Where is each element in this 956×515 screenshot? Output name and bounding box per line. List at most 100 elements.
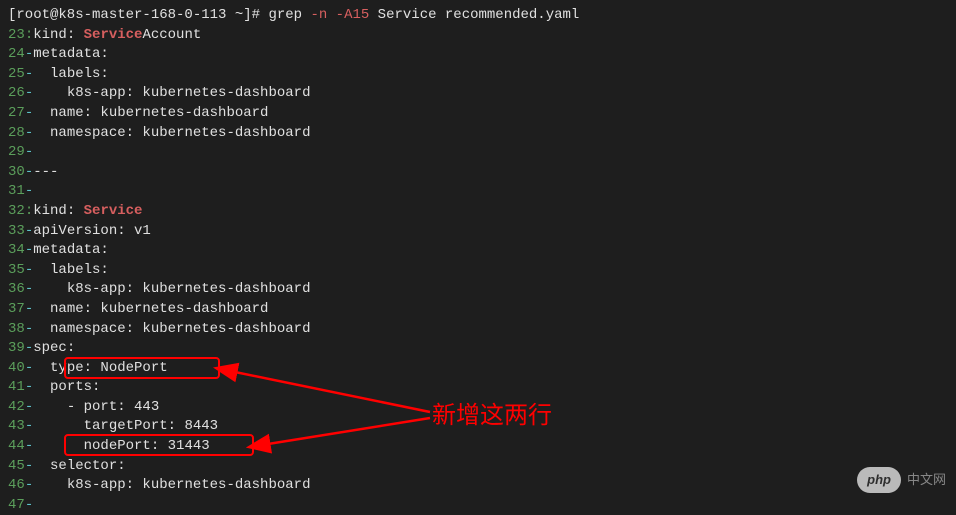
output-line: 27- name: kubernetes-dashboard <box>8 104 948 124</box>
line-number: 44 <box>8 437 25 457</box>
output-line: 44- nodePort: 31443 <box>8 437 948 457</box>
output-line: 34-metadata: <box>8 241 948 261</box>
output-text: k8s-app: kubernetes-dashboard <box>33 280 310 300</box>
line-number: 39 <box>8 339 25 359</box>
output-line: 33-apiVersion: v1 <box>8 222 948 242</box>
output-line: 29- <box>8 143 948 163</box>
line-separator: - <box>25 222 33 242</box>
output-text: kind: <box>33 202 83 222</box>
output-text: Account <box>142 26 201 46</box>
output-text: targetPort: 8443 <box>33 417 218 437</box>
line-number: 30 <box>8 163 25 183</box>
line-number: 42 <box>8 398 25 418</box>
output-text: metadata: <box>33 45 109 65</box>
shell-prompt: [root@k8s-master-168-0-113 ~]# <box>8 6 268 26</box>
output-text: name: kubernetes-dashboard <box>33 300 268 320</box>
line-number: 45 <box>8 457 25 477</box>
line-separator: - <box>25 84 33 104</box>
watermark-logo: php <box>857 467 901 493</box>
line-separator: - <box>25 300 33 320</box>
output-line: 26- k8s-app: kubernetes-dashboard <box>8 84 948 104</box>
line-separator: - <box>25 437 33 457</box>
output-line: 24-metadata: <box>8 45 948 65</box>
output-line: 47- <box>8 496 948 515</box>
output-text: Service <box>84 26 143 46</box>
cmd-grep: grep <box>268 6 310 26</box>
cmd-flags: -n -A15 <box>310 6 369 26</box>
output-text: namespace: kubernetes-dashboard <box>33 124 310 144</box>
output-text: labels: <box>33 65 109 85</box>
output-line: 39-spec: <box>8 339 948 359</box>
output-text: spec: <box>33 339 75 359</box>
line-number: 27 <box>8 104 25 124</box>
output-text: kind: <box>33 26 83 46</box>
output-text: k8s-app: kubernetes-dashboard <box>33 476 310 496</box>
output-text: name: kubernetes-dashboard <box>33 104 268 124</box>
output-line: 37- name: kubernetes-dashboard <box>8 300 948 320</box>
line-separator: - <box>25 457 33 477</box>
line-separator: : <box>25 202 33 222</box>
line-separator: - <box>25 104 33 124</box>
annotation-text: 新增这两行 <box>432 400 552 434</box>
output-line: 38- namespace: kubernetes-dashboard <box>8 320 948 340</box>
line-separator: - <box>25 45 33 65</box>
line-number: 35 <box>8 261 25 281</box>
output-line: 35- labels: <box>8 261 948 281</box>
line-number: 36 <box>8 280 25 300</box>
line-number: 28 <box>8 124 25 144</box>
line-number: 46 <box>8 476 25 496</box>
line-number: 31 <box>8 182 25 202</box>
output-line: 41- ports: <box>8 378 948 398</box>
output-line: 28- namespace: kubernetes-dashboard <box>8 124 948 144</box>
line-separator: - <box>25 496 33 515</box>
watermark-text: 中文网 <box>907 471 946 489</box>
line-separator: - <box>25 359 33 379</box>
line-separator: - <box>25 261 33 281</box>
line-separator: - <box>25 163 33 183</box>
line-number: 34 <box>8 241 25 261</box>
output-text: namespace: kubernetes-dashboard <box>33 320 310 340</box>
line-separator: - <box>25 339 33 359</box>
output-text: apiVersion: v1 <box>33 222 151 242</box>
line-number: 23 <box>8 26 25 46</box>
line-separator: - <box>25 476 33 496</box>
line-number: 29 <box>8 143 25 163</box>
output-line: 36- k8s-app: kubernetes-dashboard <box>8 280 948 300</box>
line-number: 38 <box>8 320 25 340</box>
watermark: php 中文网 <box>857 467 946 493</box>
line-separator: - <box>25 280 33 300</box>
output-text: type: NodePort <box>33 359 167 379</box>
line-number: 25 <box>8 65 25 85</box>
output-line: 31- <box>8 182 948 202</box>
line-number: 24 <box>8 45 25 65</box>
line-separator: - <box>25 378 33 398</box>
line-separator: - <box>25 241 33 261</box>
output-text: --- <box>33 163 58 183</box>
line-number: 32 <box>8 202 25 222</box>
line-separator: - <box>25 320 33 340</box>
line-number: 40 <box>8 359 25 379</box>
line-separator: : <box>25 26 33 46</box>
output-text: labels: <box>33 261 109 281</box>
output-text: metadata: <box>33 241 109 261</box>
output-text: selector: <box>33 457 125 477</box>
line-separator: - <box>25 143 33 163</box>
terminal-output[interactable]: [root@k8s-master-168-0-113 ~]# grep -n -… <box>8 6 948 515</box>
line-number: 43 <box>8 417 25 437</box>
line-separator: - <box>25 65 33 85</box>
output-text: nodePort: 31443 <box>33 437 209 457</box>
command-line: [root@k8s-master-168-0-113 ~]# grep -n -… <box>8 6 948 26</box>
line-number: 33 <box>8 222 25 242</box>
line-number: 37 <box>8 300 25 320</box>
cmd-args: Service recommended.yaml <box>369 6 579 26</box>
line-separator: - <box>25 124 33 144</box>
output-text: - port: 443 <box>33 398 159 418</box>
output-line: 40- type: NodePort <box>8 359 948 379</box>
line-separator: - <box>25 398 33 418</box>
output-line: 25- labels: <box>8 65 948 85</box>
output-line: 23:kind: ServiceAccount <box>8 26 948 46</box>
output-line: 30---- <box>8 163 948 183</box>
output-text: ports: <box>33 378 100 398</box>
output-line: 46- k8s-app: kubernetes-dashboard <box>8 476 948 496</box>
line-number: 26 <box>8 84 25 104</box>
